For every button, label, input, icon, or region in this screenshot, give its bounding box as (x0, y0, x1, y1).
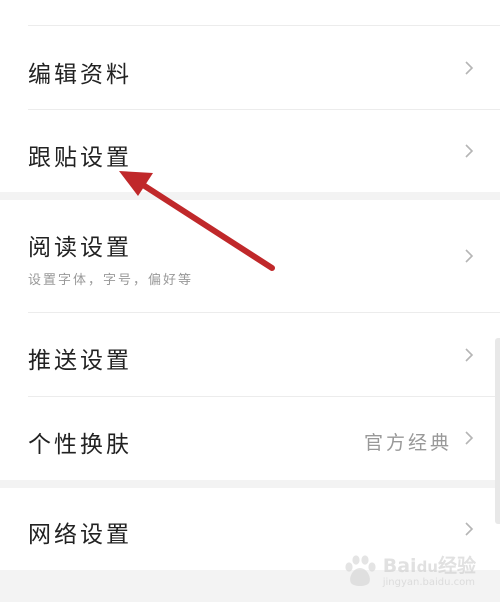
watermark-brand: Baidu经验 (382, 555, 476, 577)
settings-item-label: 网络设置 (28, 522, 132, 548)
settings-item-theme[interactable]: 个性换肤 官方经典 (0, 397, 500, 480)
chevron-right-icon (465, 249, 474, 263)
settings-item-label: 阅读设置 (28, 235, 132, 261)
chevron-right-icon (465, 522, 474, 536)
settings-item-push-settings[interactable]: 推送设置 (0, 313, 500, 397)
scrollbar-thumb[interactable] (495, 338, 500, 524)
settings-item-label: 个性换肤 (28, 432, 132, 458)
settings-item-comment-settings[interactable]: 跟贴设置 (0, 110, 500, 192)
settings-item-label: 跟贴设置 (28, 145, 132, 171)
baidu-jingyan-watermark: Baidu经验 jingyan.baidu.com (341, 554, 476, 588)
chevron-right-icon (465, 431, 474, 445)
baidu-paw-icon (345, 555, 376, 586)
settings-item-edit-profile[interactable]: 编辑资料 (0, 26, 500, 110)
section-gap (0, 192, 500, 200)
settings-item-label: 推送设置 (28, 348, 132, 374)
settings-item-reading-settings[interactable]: 阅读设置 设置字体，字号，偏好等 (0, 200, 500, 313)
chevron-right-icon (465, 61, 474, 75)
settings-item-subtitle: 设置字体，字号，偏好等 (28, 273, 194, 288)
chevron-right-icon (465, 348, 474, 362)
watermark-url: jingyan.baidu.com (382, 577, 476, 588)
section-gap (0, 480, 500, 488)
theme-current-value: 官方经典 (363, 432, 452, 454)
chevron-right-icon (465, 144, 474, 158)
settings-item-label: 编辑资料 (28, 62, 132, 88)
